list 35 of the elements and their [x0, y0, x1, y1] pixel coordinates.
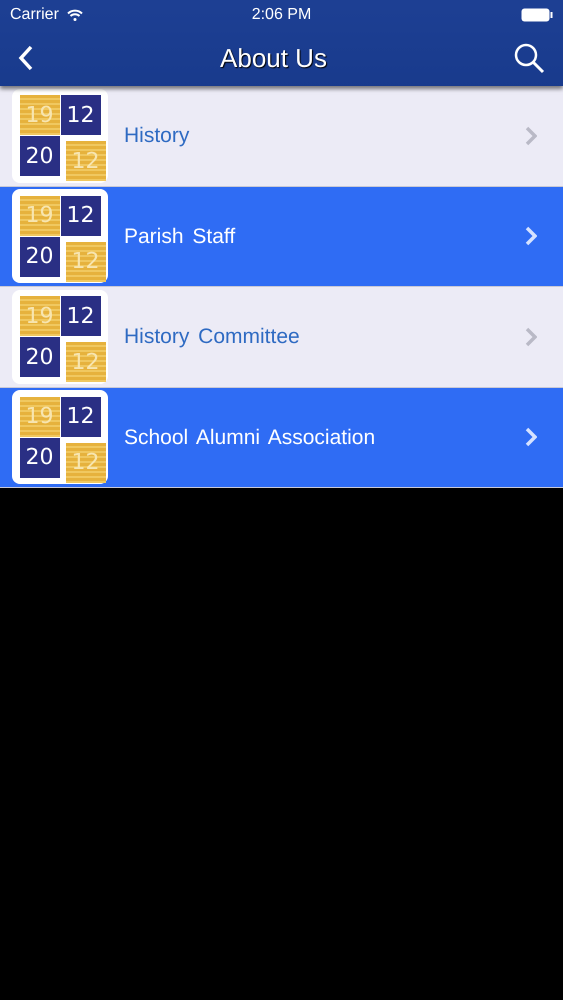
battery-icon [521, 8, 553, 22]
logo-digits: 12 [60, 396, 100, 437]
item-label: Parish Staff [124, 224, 236, 250]
logo-digits: 19 [20, 196, 60, 236]
logo-digits: 12 [66, 141, 106, 182]
list-item[interactable]: 19 12 20 12 School Alumni Association [0, 388, 563, 488]
logo-digits: 19 [20, 296, 60, 336]
item-label: History Committee [124, 324, 301, 350]
chevron-icon [525, 226, 537, 246]
list-item[interactable]: 19 12 20 12 Parish Staff [0, 186, 563, 287]
logo-digits: 12 [66, 442, 106, 483]
logo-digits: 19 [20, 95, 60, 136]
carrier-label: Carrier [10, 5, 59, 25]
logo-digits: 20 [20, 337, 60, 378]
search-icon[interactable] [512, 42, 545, 74]
chevron-icon [525, 326, 537, 347]
chevron-icon [525, 126, 537, 146]
logo-digits: 19 [20, 396, 60, 437]
logo-digits: 12 [60, 296, 100, 336]
logo-digits: 12 [66, 242, 106, 282]
logo-digits: 20 [20, 136, 60, 176]
logo-digits: 20 [20, 438, 60, 478]
back-icon[interactable] [18, 45, 34, 71]
chevron-icon [525, 427, 537, 448]
list-item[interactable]: 19 12 20 12 History Committee [0, 287, 563, 388]
list-item[interactable]: 19 12 20 12 History [0, 86, 563, 186]
screen-title: About Us [220, 42, 327, 74]
logo-digits: 12 [66, 342, 106, 382]
wifi-icon [66, 9, 83, 21]
logo-digits: 12 [60, 95, 100, 136]
logo-digits: 12 [60, 196, 100, 236]
logo-digits: 20 [20, 236, 60, 277]
clock-label: 2:06 PM [252, 5, 312, 25]
item-label: History [124, 123, 190, 149]
item-label: School Alumni Association [124, 424, 376, 450]
